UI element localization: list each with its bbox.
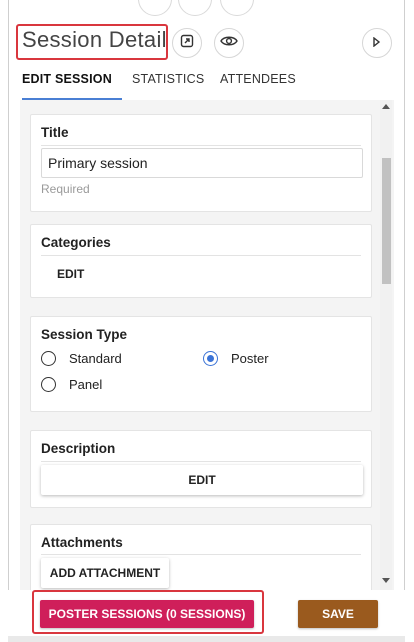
save-button[interactable]: SAVE [298,600,378,628]
open-external-icon [180,34,194,53]
page-title: Session Detail [22,27,167,52]
top-toolbar-partial [130,0,270,20]
radio-panel-label[interactable]: Panel [69,377,102,392]
radio-poster[interactable] [203,351,218,366]
collapse-panel-button[interactable] [362,28,392,58]
panel-bottom-edge [8,636,405,642]
categories-card: Categories EDIT [30,224,372,298]
divider [41,554,361,555]
tab-edit-session[interactable]: EDIT SESSION [22,72,112,86]
vertical-scrollbar[interactable] [380,100,392,590]
tab-bar: EDIT SESSION STATISTICS ATTENDEES [22,62,382,100]
partial-circle-button[interactable] [178,0,212,16]
scroll-up-arrow-icon[interactable] [382,104,390,109]
tab-attendees[interactable]: ATTENDEES [220,72,296,86]
radio-panel[interactable] [41,377,56,392]
eye-icon [220,34,238,52]
scroll-down-arrow-icon[interactable] [382,578,390,583]
attachments-label: Attachments [41,535,123,550]
categories-edit-button[interactable]: EDIT [57,267,84,281]
preview-button[interactable] [214,28,244,58]
divider [41,461,361,462]
title-label: Title [41,125,69,140]
radio-poster-label[interactable]: Poster [231,351,269,366]
title-hint: Required [41,182,90,196]
attachments-card: Attachments ADD ATTACHMENT [30,524,372,590]
scrollbar-thumb[interactable] [382,158,391,284]
header: Session Detail [8,22,405,62]
poster-sessions-button[interactable]: POSTER SESSIONS (0 SESSIONS) [40,600,254,628]
session-type-label: Session Type [41,327,128,342]
description-card: Description EDIT [30,430,372,508]
partial-circle-button[interactable] [220,0,254,16]
title-card: Title Required [30,114,372,212]
form-scroll-area[interactable]: Title Required Categories EDIT Session T… [20,100,394,590]
open-external-button[interactable] [172,28,202,58]
add-attachment-button[interactable]: ADD ATTACHMENT [41,558,169,588]
description-edit-button[interactable]: EDIT [41,465,363,495]
description-label: Description [41,441,116,456]
divider [41,145,361,146]
play-right-icon [373,34,381,52]
footer-bar: POSTER SESSIONS (0 SESSIONS) SAVE [8,590,405,636]
categories-label: Categories [41,235,111,250]
radio-standard-label[interactable]: Standard [69,351,122,366]
partial-circle-button[interactable] [138,0,172,16]
session-type-card: Session Type Standard Poster Panel [30,316,372,412]
radio-standard[interactable] [41,351,56,366]
divider [41,255,361,256]
title-input[interactable] [41,148,363,178]
tab-statistics[interactable]: STATISTICS [132,72,204,86]
